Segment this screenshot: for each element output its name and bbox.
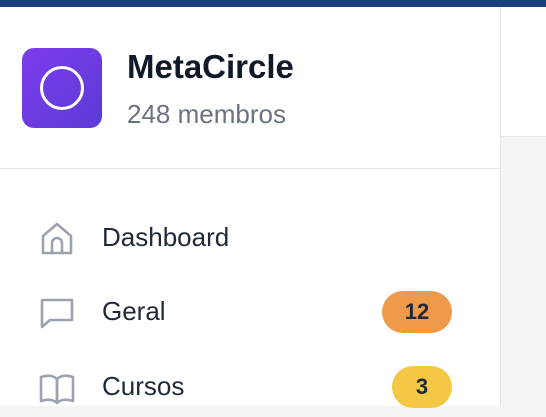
book-open-icon — [39, 374, 75, 405]
unread-count-badge: 3 — [392, 366, 452, 408]
unread-count-badge: 12 — [382, 291, 452, 333]
main-header-area — [501, 7, 546, 137]
community-header[interactable]: MetaCircle 248 membros — [0, 7, 500, 169]
circle-logo-icon — [40, 66, 84, 110]
sidebar-item-label: Dashboard — [102, 222, 230, 252]
sidebar-item-cursos[interactable]: Cursos 3 — [0, 357, 500, 417]
community-name: MetaCircle — [127, 48, 294, 85]
sidebar-item-geral[interactable]: Geral 12 — [0, 282, 500, 342]
top-accent-bar — [0, 0, 546, 7]
community-logo — [22, 48, 102, 128]
sidebar: MetaCircle 248 membros Dashboard Geral 1… — [0, 7, 501, 408]
member-count: 248 membros — [127, 99, 286, 129]
sidebar-item-label: Cursos — [102, 371, 185, 401]
sidebar-item-dashboard[interactable]: Dashboard — [0, 208, 500, 268]
sidebar-item-label: Geral — [102, 296, 166, 326]
home-icon — [41, 222, 73, 255]
message-square-icon — [40, 298, 74, 329]
